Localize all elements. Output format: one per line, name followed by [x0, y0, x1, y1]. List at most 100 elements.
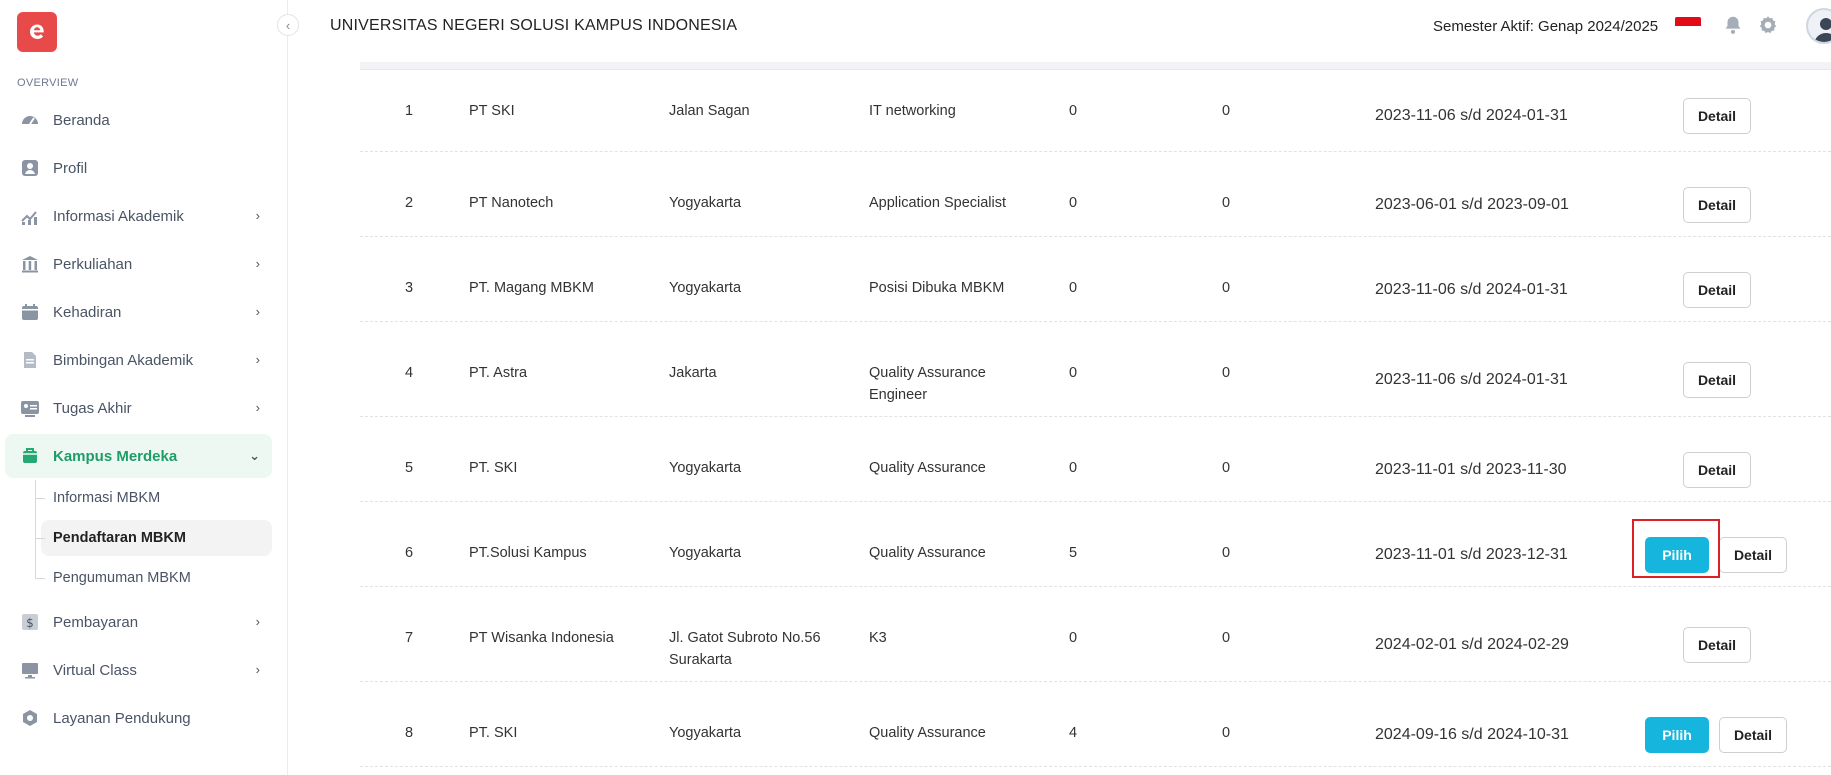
detail-button[interactable]: Detail [1683, 187, 1751, 223]
submenu-item-pengumuman-mbkm[interactable]: Pengumuman MBKM [29, 560, 272, 596]
sidebar-item-label: Layanan Pendukung [53, 709, 191, 727]
company-name: PT SKI [469, 103, 515, 119]
registrant-count: 0 [1222, 725, 1231, 741]
detail-button[interactable]: Detail [1683, 627, 1751, 663]
chevron-right-icon: › [255, 400, 260, 415]
position-title: Quality Assurance Engineer [869, 365, 986, 403]
company-location: Yogyakarta [669, 460, 742, 476]
detail-button[interactable]: Detail [1719, 717, 1787, 753]
company-location: Yogyakarta [669, 280, 742, 296]
table-row: 3 PT. Magang MBKM Yogyakarta Posisi Dibuka … [360, 237, 1831, 322]
notification-bell-icon[interactable] [1722, 14, 1744, 36]
sidebar-item-beranda[interactable]: Beranda [5, 98, 272, 142]
table-row: 4 PT. Astra Jakarta Quality Assurance Engin… [360, 322, 1831, 417]
detail-button[interactable]: Detail [1683, 272, 1751, 308]
company-name: PT. Astra [469, 365, 528, 381]
quota-count: 0 [1069, 460, 1078, 476]
company-name: PT. SKI [469, 725, 518, 741]
company-location: Yogyakarta [669, 545, 742, 561]
company-location: Jakarta [669, 365, 717, 381]
pilih-button[interactable]: Pilih [1645, 717, 1709, 753]
app-logo[interactable] [17, 12, 57, 52]
monitor-icon [19, 659, 41, 681]
position-title: K3 [869, 630, 887, 646]
app-root: OVERVIEW Beranda Profil Informasi Akademik… [0, 0, 1831, 775]
company-location: Jl. Gatot Subroto No.56 Surakarta [669, 630, 821, 668]
sidebar-item-label: Pembayaran [53, 613, 139, 631]
quota-count: 0 [1069, 103, 1078, 119]
registrant-count: 0 [1222, 630, 1231, 646]
registration-period: 2023-11-01 s/d 2023-12-31 [1375, 546, 1568, 563]
position-title: Quality Assurance [869, 725, 986, 741]
company-location: Yogyakarta [669, 725, 742, 741]
registrant-count: 0 [1222, 460, 1231, 476]
settings-gear-icon[interactable] [1757, 14, 1779, 36]
position-title: Quality Assurance [869, 545, 986, 561]
sidebar-item-label: Informasi Akademik [53, 207, 184, 225]
chevron-right-icon: › [255, 208, 260, 223]
registrant-count: 0 [1222, 280, 1231, 296]
registration-period: 2023-11-06 s/d 2024-01-31 [1375, 281, 1568, 298]
chevron-right-icon: › [255, 304, 260, 319]
sidebar-item-virtual-class[interactable]: Virtual Class › [5, 648, 272, 692]
table-header-strip [360, 62, 1831, 70]
building-icon [19, 253, 41, 275]
top-header: UNIVERSITAS NEGERI SOLUSI KAMPUS INDONES… [288, 0, 1831, 52]
graduation-cap-icon [19, 445, 41, 467]
company-name: PT Nanotech [469, 195, 554, 211]
company-name: PT Wisanka Indonesia [469, 630, 614, 646]
sidebar-menu: Beranda Profil Informasi Akademik › Perkulia… [5, 98, 272, 744]
language-flag-icon[interactable] [1675, 17, 1701, 35]
submenu-item-pendaftaran-mbkm[interactable]: Pendaftaran MBKM [35, 520, 272, 556]
chevron-right-icon: › [255, 614, 260, 629]
registration-period: 2023-06-01 s/d 2023-09-01 [1375, 196, 1569, 213]
logo-icon [30, 24, 44, 39]
support-icon [19, 707, 41, 729]
dashboard-icon [19, 109, 41, 131]
user-avatar[interactable] [1806, 8, 1831, 44]
kampus-merdeka-submenu: Informasi MBKM Pendaftaran MBKM Pengumuman… [29, 480, 272, 596]
submenu-item-informasi-mbkm[interactable]: Informasi MBKM [29, 480, 272, 516]
detail-button[interactable]: Detail [1683, 452, 1751, 488]
company-location: Jalan Sagan [669, 103, 750, 119]
sidebar-section-title: OVERVIEW [17, 77, 79, 89]
sidebar-item-label: Perkuliahan [53, 255, 133, 273]
chevron-down-icon: ⌄ [249, 448, 260, 463]
chevron-right-icon: › [255, 662, 260, 677]
sidebar-item-informasi-akademik[interactable]: Informasi Akademik › [5, 194, 272, 238]
registrant-count: 0 [1222, 195, 1231, 211]
sidebar-item-label: Kampus Merdeka [53, 447, 178, 465]
sidebar-item-tugas-akhir[interactable]: Tugas Akhir › [5, 386, 272, 430]
sidebar-item-label: Tugas Akhir [53, 399, 132, 417]
sidebar-collapse-button[interactable]: ‹ [277, 14, 299, 36]
company-location: Yogyakarta [669, 195, 742, 211]
active-semester: Semester Aktif: Genap 2024/2025 [1433, 18, 1659, 35]
chart-icon [19, 205, 41, 227]
sidebar-item-pembayaran[interactable]: $ Pembayaran › [5, 600, 272, 644]
chevron-right-icon: › [255, 256, 260, 271]
position-title: Application Specialist [869, 195, 1007, 211]
sidebar: OVERVIEW Beranda Profil Informasi Akademik… [0, 0, 288, 775]
sidebar-item-layanan-pendukung[interactable]: Layanan Pendukung [5, 696, 272, 740]
detail-button[interactable]: Detail [1683, 98, 1751, 134]
chevron-right-icon: › [255, 352, 260, 367]
row-number: 5 [405, 460, 414, 476]
sidebar-item-kampus-merdeka[interactable]: Kampus Merdeka ⌄ [5, 434, 272, 478]
sidebar-item-label: Profil [53, 159, 88, 177]
sidebar-item-bimbingan-akademik[interactable]: Bimbingan Akademik › [5, 338, 272, 382]
position-title: IT networking [869, 103, 956, 119]
quota-count: 0 [1069, 630, 1078, 646]
table-row: 8 PT. SKI Yogyakarta Quality Assurance 4 0 202… [360, 682, 1831, 767]
position-title: Posisi Dibuka MBKM [869, 280, 1005, 296]
row-number: 1 [405, 103, 414, 119]
sidebar-item-perkuliahan[interactable]: Perkuliahan › [5, 242, 272, 286]
registrant-count: 0 [1222, 103, 1231, 119]
dollar-icon: $ [19, 611, 41, 633]
quota-count: 0 [1069, 280, 1078, 296]
detail-button[interactable]: Detail [1683, 362, 1751, 398]
detail-button[interactable]: Detail [1719, 537, 1787, 573]
quota-count: 5 [1069, 545, 1078, 561]
sidebar-item-profil[interactable]: Profil [5, 146, 272, 190]
sidebar-item-label: Bimbingan Akademik [53, 351, 194, 369]
sidebar-item-kehadiran[interactable]: Kehadiran › [5, 290, 272, 334]
